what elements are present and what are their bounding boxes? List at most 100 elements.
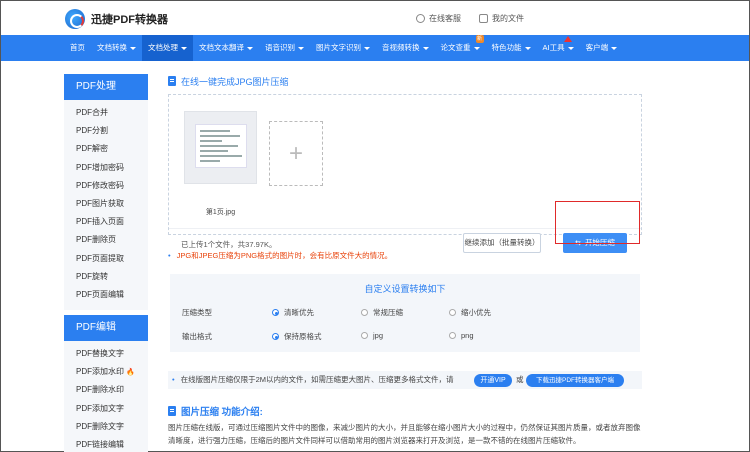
chevron-down-icon bbox=[247, 46, 253, 50]
nav-item-0[interactable]: 首页 bbox=[64, 35, 91, 61]
settings-panel: 自定义设置转换如下 压缩类型 清晰优先 常规压缩 缩小优先 输出格式 保持原格式… bbox=[170, 274, 640, 352]
sidebar-item[interactable]: PDF链接编辑 bbox=[64, 436, 148, 452]
sidebar-group-title-pdf-edit: PDF编辑 bbox=[64, 315, 148, 342]
sidebar-item[interactable]: PDF删除文字 bbox=[64, 417, 148, 436]
radio-icon bbox=[361, 332, 368, 339]
nav-item-label: 文档文本翻译 bbox=[199, 43, 244, 52]
sidebar-item-label: PDF添加水印 bbox=[76, 367, 124, 377]
compress-type-label: 压缩类型 bbox=[182, 308, 212, 317]
document-icon bbox=[168, 76, 176, 86]
chevron-down-icon bbox=[567, 46, 574, 50]
sidebar-item[interactable]: PDF图片获取 bbox=[64, 194, 148, 214]
option-clarity-first-label: 清晰优先 bbox=[284, 308, 314, 317]
online-service-link[interactable]: 在线客服 bbox=[416, 13, 461, 24]
main-content: 在线一键完成JPG图片压缩 第1页.jpg + 已上传1个文件，共37.97K。… bbox=[168, 74, 642, 445]
option-normal-compress[interactable]: 常规压缩 bbox=[361, 307, 403, 318]
sidebar-item[interactable]: PDF删除页 bbox=[64, 231, 148, 250]
sidebar-group-title-pdf-processing: PDF处理 bbox=[64, 74, 148, 100]
open-vip-button[interactable]: 开通VIP bbox=[474, 374, 512, 387]
option-keep-format-label: 保持原格式 bbox=[284, 332, 322, 341]
sidebar-item[interactable]: PDF添加水印 🔥 bbox=[64, 363, 148, 382]
nav-item-10[interactable]: 客户端 bbox=[580, 35, 624, 61]
sidebar-item[interactable]: PDF旋转 bbox=[64, 267, 148, 286]
intro-title: 图片压缩 功能介绍: bbox=[168, 404, 263, 418]
thumbnail-page-preview bbox=[195, 124, 247, 168]
page-title-text: 在线一键完成JPG图片压缩 bbox=[181, 76, 289, 87]
online-service-label: 在线客服 bbox=[429, 14, 461, 23]
option-jpg-label: jpg bbox=[373, 331, 384, 340]
add-file-tile[interactable]: + bbox=[269, 121, 323, 186]
sidebar-item-label: PDF修改密码 bbox=[76, 180, 124, 190]
settings-title: 自定义设置转换如下 bbox=[364, 284, 446, 294]
chevron-down-icon bbox=[422, 46, 429, 50]
intro-text: 图片压缩在线版，可通过压缩图片文件中的图像，来减少图片的大小，并且能够在缩小图片… bbox=[168, 423, 641, 445]
bullet-icon: • bbox=[168, 251, 171, 260]
sidebar-item-label: PDF删除页 bbox=[76, 235, 116, 245]
nav-item-8[interactable]: 特色功能 bbox=[486, 35, 537, 61]
nav-item-4[interactable]: 语音识别 bbox=[259, 35, 310, 61]
nav-item-label: AI工具 bbox=[542, 43, 565, 52]
nav-item-6[interactable]: 音视频转换 bbox=[376, 35, 435, 61]
sidebar-item[interactable]: PDF页面提取 bbox=[64, 249, 148, 268]
sidebar-item[interactable]: PDF添加文字 bbox=[64, 399, 148, 418]
sidebar-item-label: PDF添加文字 bbox=[76, 403, 124, 413]
nav-item-1[interactable]: 文档转换 bbox=[91, 35, 142, 61]
highlight-box bbox=[555, 201, 640, 244]
sidebar-item[interactable]: PDF合并 bbox=[64, 104, 148, 123]
sidebar-item[interactable]: PDF插入页面 bbox=[64, 213, 148, 232]
sidebar-item-label: PDF替换文字 bbox=[76, 349, 124, 359]
sidebar-item-label: PDF删除文字 bbox=[76, 421, 124, 431]
option-png[interactable]: png bbox=[449, 331, 474, 340]
sidebar-item[interactable]: PDF增加密码 bbox=[64, 158, 148, 177]
sidebar-item-label: PDF删除水印 bbox=[76, 385, 124, 395]
nav-item-2[interactable]: 文档处理 bbox=[142, 35, 193, 61]
sidebar-item-label: PDF增加密码 bbox=[76, 162, 124, 172]
nav-item-label: 文档转换 bbox=[97, 43, 127, 52]
sidebar-item[interactable]: PDF分割 bbox=[64, 122, 148, 141]
chevron-down-icon bbox=[298, 46, 304, 50]
size-limit-note-text: 在线版图片压缩仅限于2M以内的文件，如需压缩更大图片、压缩更多格式文件，请 bbox=[180, 375, 454, 384]
sidebar-group-pdf-processing: PDF合并 PDF分割 PDF解密 PDF增加密码 PDF修改密码 PDF图片获取 PDF插… bbox=[64, 100, 148, 311]
sidebar-item[interactable]: PDF替换文字 bbox=[64, 345, 148, 364]
radio-checked-icon bbox=[272, 333, 279, 340]
nav-item-9[interactable]: AI工具 bbox=[537, 35, 580, 61]
nav-item-3[interactable]: 文档文本翻译 bbox=[193, 35, 259, 61]
radio-icon bbox=[449, 309, 456, 316]
file-thumbnail[interactable] bbox=[184, 111, 257, 184]
chevron-down-icon bbox=[181, 46, 187, 50]
option-keep-format[interactable]: 保持原格式 bbox=[272, 331, 322, 342]
sidebar-item[interactable]: PDF删除水印 bbox=[64, 381, 148, 400]
site-logo[interactable]: 迅捷PDF转换器 bbox=[65, 9, 168, 29]
option-shrink-first[interactable]: 缩小优先 bbox=[449, 307, 491, 318]
my-files-link[interactable]: 我的文件 bbox=[479, 13, 524, 24]
sidebar-item-label: PDF分割 bbox=[76, 126, 108, 136]
logo-text: 迅捷PDF转换器 bbox=[91, 14, 168, 26]
my-files-label: 我的文件 bbox=[492, 14, 524, 23]
or-text: 或 bbox=[516, 375, 524, 384]
sidebar-item[interactable]: PDF修改密码 bbox=[64, 176, 148, 195]
option-shrink-first-label: 缩小优先 bbox=[461, 308, 491, 317]
option-jpg[interactable]: jpg bbox=[361, 331, 383, 340]
continue-add-button[interactable]: 继续添加（批量转换） bbox=[463, 233, 541, 253]
nav-item-label: 文档处理 bbox=[148, 43, 178, 52]
sidebar-item[interactable]: PDF页面编辑 bbox=[64, 285, 148, 305]
option-clarity-first[interactable]: 清晰优先 bbox=[272, 307, 314, 318]
radio-icon bbox=[449, 332, 456, 339]
intro-title-text: 图片压缩 功能介绍: bbox=[181, 407, 263, 418]
nav-item-7[interactable]: 论文查重新 bbox=[435, 35, 486, 61]
sidebar-item[interactable]: PDF解密 bbox=[64, 140, 148, 159]
sidebar-item-label: PDF页面编辑 bbox=[76, 289, 124, 299]
file-name: 第1页.jpg bbox=[205, 209, 236, 216]
download-client-button[interactable]: 下载迅捷PDF转换器客户端 bbox=[526, 374, 624, 387]
nav-item-label: 语音识别 bbox=[265, 43, 295, 52]
png-size-note: • JPG和JPEG压缩为PNG格式的图片时，会有比原文件大的情况。 bbox=[168, 250, 392, 261]
nav-item-label: 客户端 bbox=[585, 43, 609, 52]
upload-status: 已上传1个文件，共37.97K。 bbox=[181, 240, 277, 249]
sidebar: PDF处理 PDF合并 PDF分割 PDF解密 PDF增加密码 PDF修改密码 PDF图片… bbox=[64, 74, 148, 452]
logo-icon bbox=[65, 9, 85, 29]
new-badge: 新 bbox=[475, 35, 484, 43]
file-icon bbox=[479, 14, 488, 23]
page-title: 在线一键完成JPG图片压缩 bbox=[168, 74, 642, 88]
nav-item-5[interactable]: 图片文字识别 bbox=[310, 35, 376, 61]
radio-icon bbox=[361, 309, 368, 316]
